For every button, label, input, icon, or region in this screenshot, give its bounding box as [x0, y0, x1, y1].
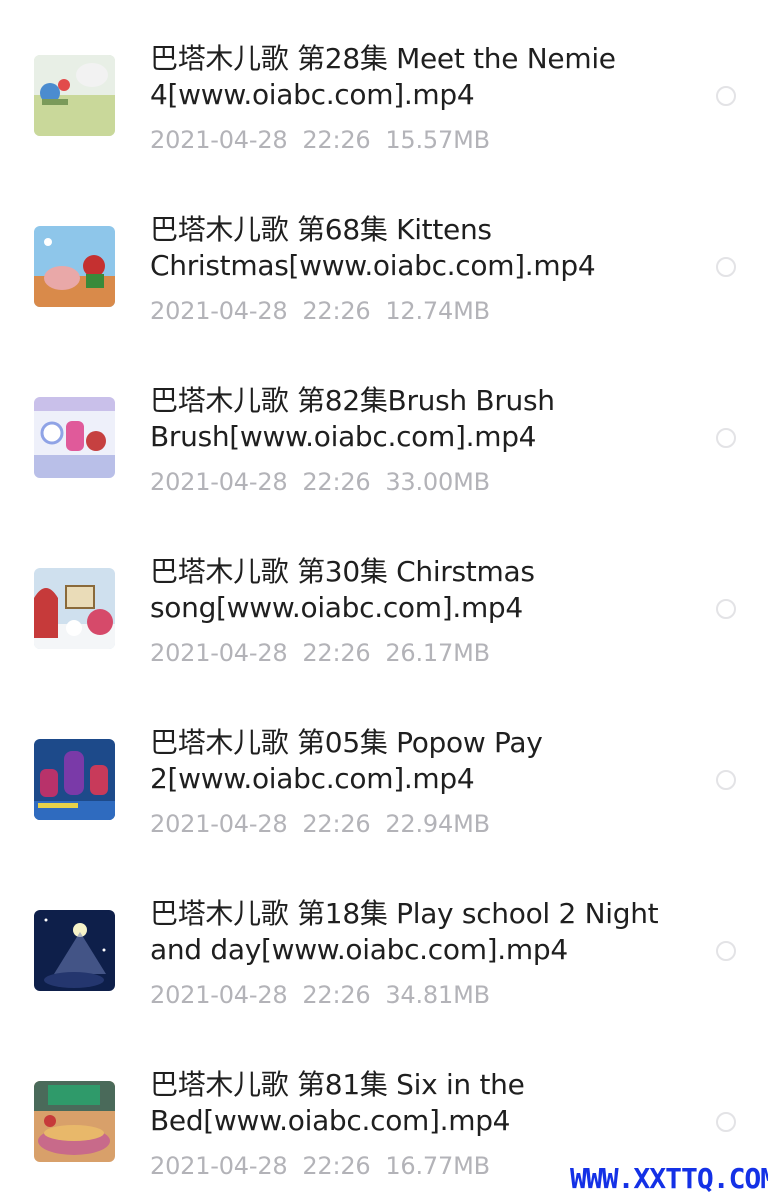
file-title-line: song[www.oiabc.com].mp4 [150, 591, 523, 624]
video-thumbnail[interactable] [34, 226, 115, 307]
watermark: WWW.XXTTQ.COM [570, 1162, 768, 1195]
file-title: 巴塔木儿歌 第68集 Kittens Christmas[www.oiabc.c… [150, 212, 690, 284]
file-title-line: 巴塔木儿歌 第81集 Six in the [150, 1068, 525, 1101]
file-title-line: 巴塔木儿歌 第68集 Kittens [150, 213, 492, 246]
video-thumbnail[interactable] [34, 397, 115, 478]
file-title: 巴塔木儿歌 第18集 Play school 2 Night and day[w… [150, 896, 690, 968]
video-thumbnail[interactable] [34, 55, 115, 136]
select-radio[interactable] [716, 257, 736, 277]
video-thumbnail[interactable] [34, 910, 115, 991]
file-meta: 2021-04-28 22:26 33.00MB [150, 468, 490, 496]
file-meta: 2021-04-28 22:26 12.74MB [150, 297, 490, 325]
select-radio[interactable] [716, 86, 736, 106]
file-row[interactable]: 巴塔木儿歌 第28集 Meet the Nemie 4[www.oiabc.co… [0, 0, 768, 171]
file-meta: 2021-04-28 22:26 34.81MB [150, 981, 490, 1009]
file-title: 巴塔木儿歌 第05集 Popow Pay 2[www.oiabc.com].mp… [150, 725, 690, 797]
file-title-line: Brush[www.oiabc.com].mp4 [150, 420, 537, 453]
select-radio[interactable] [716, 770, 736, 790]
file-meta: 2021-04-28 22:26 26.17MB [150, 639, 490, 667]
file-title: 巴塔木儿歌 第28集 Meet the Nemie 4[www.oiabc.co… [150, 41, 690, 113]
file-title: 巴塔木儿歌 第30集 Chirstmas song[www.oiabc.com]… [150, 554, 690, 626]
select-radio[interactable] [716, 599, 736, 619]
video-thumbnail[interactable] [34, 1081, 115, 1162]
file-row[interactable]: 巴塔木儿歌 第82集Brush Brush Brush[www.oiabc.co… [0, 342, 768, 513]
file-title-line: 4[www.oiabc.com].mp4 [150, 78, 475, 111]
file-meta: 2021-04-28 22:26 16.77MB [150, 1152, 490, 1180]
file-title-line: 巴塔木儿歌 第82集Brush Brush [150, 384, 555, 417]
file-title-line: 巴塔木儿歌 第30集 Chirstmas [150, 555, 535, 588]
file-meta: 2021-04-28 22:26 22.94MB [150, 810, 490, 838]
select-radio[interactable] [716, 428, 736, 448]
file-row[interactable]: 巴塔木儿歌 第05集 Popow Pay 2[www.oiabc.com].mp… [0, 684, 768, 855]
file-title-line: Christmas[www.oiabc.com].mp4 [150, 249, 596, 282]
video-thumbnail[interactable] [34, 568, 115, 649]
file-row[interactable]: 巴塔木儿歌 第30集 Chirstmas song[www.oiabc.com]… [0, 513, 768, 684]
file-row[interactable]: 巴塔木儿歌 第18集 Play school 2 Night and day[w… [0, 855, 768, 1026]
file-title-line: 巴塔木儿歌 第05集 Popow Pay [150, 726, 543, 759]
file-title-line: and day[www.oiabc.com].mp4 [150, 933, 568, 966]
file-title: 巴塔木儿歌 第82集Brush Brush Brush[www.oiabc.co… [150, 383, 690, 455]
file-meta: 2021-04-28 22:26 15.57MB [150, 126, 490, 154]
select-radio[interactable] [716, 941, 736, 961]
file-title-line: 2[www.oiabc.com].mp4 [150, 762, 475, 795]
file-title-line: 巴塔木儿歌 第28集 Meet the Nemie [150, 42, 616, 75]
video-thumbnail[interactable] [34, 739, 115, 820]
file-title-line: 巴塔木儿歌 第18集 Play school 2 Night [150, 897, 659, 930]
file-row[interactable]: 巴塔木儿歌 第68集 Kittens Christmas[www.oiabc.c… [0, 171, 768, 342]
file-title-line: Bed[www.oiabc.com].mp4 [150, 1104, 511, 1137]
file-title: 巴塔木儿歌 第81集 Six in the Bed[www.oiabc.com]… [150, 1067, 690, 1139]
select-radio[interactable] [716, 1112, 736, 1132]
